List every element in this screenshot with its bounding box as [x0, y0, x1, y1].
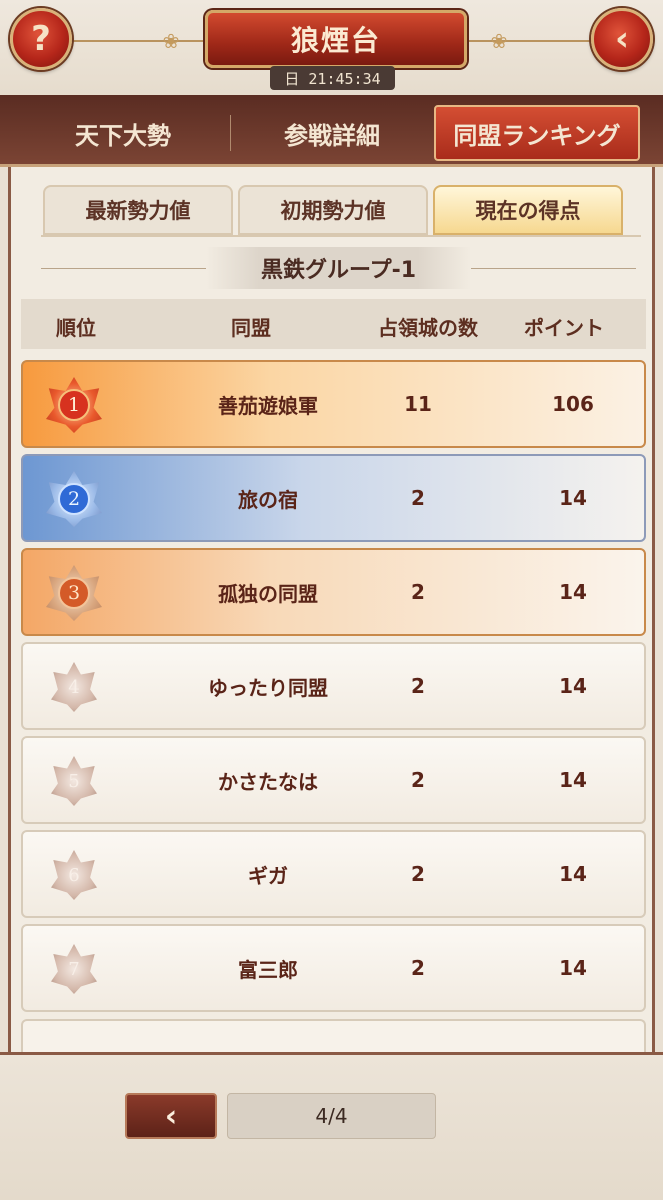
rank-number: 3 [58, 577, 90, 609]
rank-2-lotus-icon: 2 [41, 466, 107, 532]
col-alliance: 同盟 [231, 316, 271, 340]
table-row[interactable]: 3 孤独の同盟 2 14 [21, 548, 646, 636]
subtab-initial-power[interactable]: 初期勢力値 [238, 185, 428, 235]
page-indicator: 4/4 [227, 1093, 436, 1139]
points: 106 [552, 392, 594, 416]
header-rail-left [70, 40, 210, 42]
rank-3-lotus-icon: 3 [41, 560, 107, 626]
alliance-name: ギガ [248, 863, 288, 888]
col-points: ポイント [524, 316, 604, 340]
subtab-underline [41, 235, 641, 237]
page-title: 狼煙台 [205, 10, 467, 68]
ornament-flower-icon: ❀ [490, 29, 508, 53]
col-rank: 順位 [56, 316, 96, 340]
alliance-name: 旅の宿 [238, 487, 298, 512]
tab-world-situation[interactable]: 天下大勢 [18, 105, 228, 161]
points: 14 [559, 580, 587, 604]
alliance-name: かさたなは [218, 769, 318, 794]
group-label: 黒鉄グループ-1 [206, 247, 471, 289]
rank-number: 1 [58, 389, 90, 421]
alliance-name: 孤独の同盟 [218, 581, 318, 606]
back-button[interactable]: ‹ [591, 8, 653, 70]
rank-lotus-icon: 4 [41, 654, 107, 720]
main-tab-bar: 天下大勢 参戦詳細 同盟ランキング [0, 95, 663, 167]
divider-line [41, 268, 206, 269]
table-row[interactable]: 4 ゆったり同盟 2 14 [21, 642, 646, 730]
table-row[interactable]: 2 旅の宿 2 14 [21, 454, 646, 542]
pager-bar: ‹ 4/4 [0, 1052, 663, 1200]
divider-line [471, 268, 636, 269]
city-count: 2 [411, 486, 425, 510]
points: 14 [559, 862, 587, 886]
chevron-left-icon: ‹ [164, 1098, 178, 1134]
table-row[interactable]: 1 善茄遊娘軍 11 106 [21, 360, 646, 448]
subtab-latest-power[interactable]: 最新勢力値 [43, 185, 233, 235]
header-rail-right [467, 40, 592, 42]
chevron-left-icon: ‹ [614, 19, 629, 59]
table-row[interactable]: 7 富三郎 2 14 [21, 924, 646, 1012]
rank-lotus-icon: 7 [41, 936, 107, 1002]
col-cities: 占領城の数 [378, 316, 478, 340]
tab-alliance-ranking[interactable]: 同盟ランキング [434, 105, 640, 161]
header-bar: ❀ ❀ ? 狼煙台 日 21:45:34 ‹ [0, 0, 663, 95]
alliance-name: 善茄遊娘軍 [218, 393, 318, 418]
points: 14 [559, 956, 587, 980]
ranking-panel: 最新勢力値 初期勢力値 現在の得点 黒鉄グループ-1 順位 同盟 占領城の数 ポ… [8, 167, 655, 1052]
ornament-flower-icon: ❀ [162, 29, 180, 53]
rank-number: 4 [68, 676, 80, 698]
rank-number: 2 [58, 483, 90, 515]
server-time: 日 21:45:34 [270, 66, 395, 90]
points: 14 [559, 768, 587, 792]
alliance-name: ゆったり同盟 [208, 675, 328, 700]
prev-page-button[interactable]: ‹ [125, 1093, 217, 1139]
rank-number: 7 [68, 958, 80, 980]
table-header: 順位 同盟 占領城の数 ポイント [21, 299, 646, 349]
rank-lotus-icon: 6 [41, 842, 107, 908]
rank-lotus-icon: 5 [41, 748, 107, 814]
help-button[interactable]: ? [10, 8, 72, 70]
table-row[interactable]: 6 ギガ 2 14 [21, 830, 646, 918]
city-count: 2 [411, 580, 425, 604]
tab-battle-details[interactable]: 参戦詳細 [232, 105, 432, 161]
rank-number: 6 [68, 864, 80, 886]
question-icon: ? [31, 19, 51, 59]
rank-number: 5 [68, 770, 80, 792]
city-count: 2 [411, 674, 425, 698]
rank-1-lotus-icon: 1 [41, 372, 107, 438]
alliance-name: 富三郎 [238, 957, 298, 982]
table-row-partial [21, 1019, 646, 1052]
city-count: 2 [411, 768, 425, 792]
city-count: 11 [404, 392, 432, 416]
city-count: 2 [411, 956, 425, 980]
points: 14 [559, 674, 587, 698]
tab-divider [230, 115, 231, 151]
points: 14 [559, 486, 587, 510]
subtab-current-score[interactable]: 現在の得点 [433, 185, 623, 235]
table-row[interactable]: 5 かさたなは 2 14 [21, 736, 646, 824]
city-count: 2 [411, 862, 425, 886]
